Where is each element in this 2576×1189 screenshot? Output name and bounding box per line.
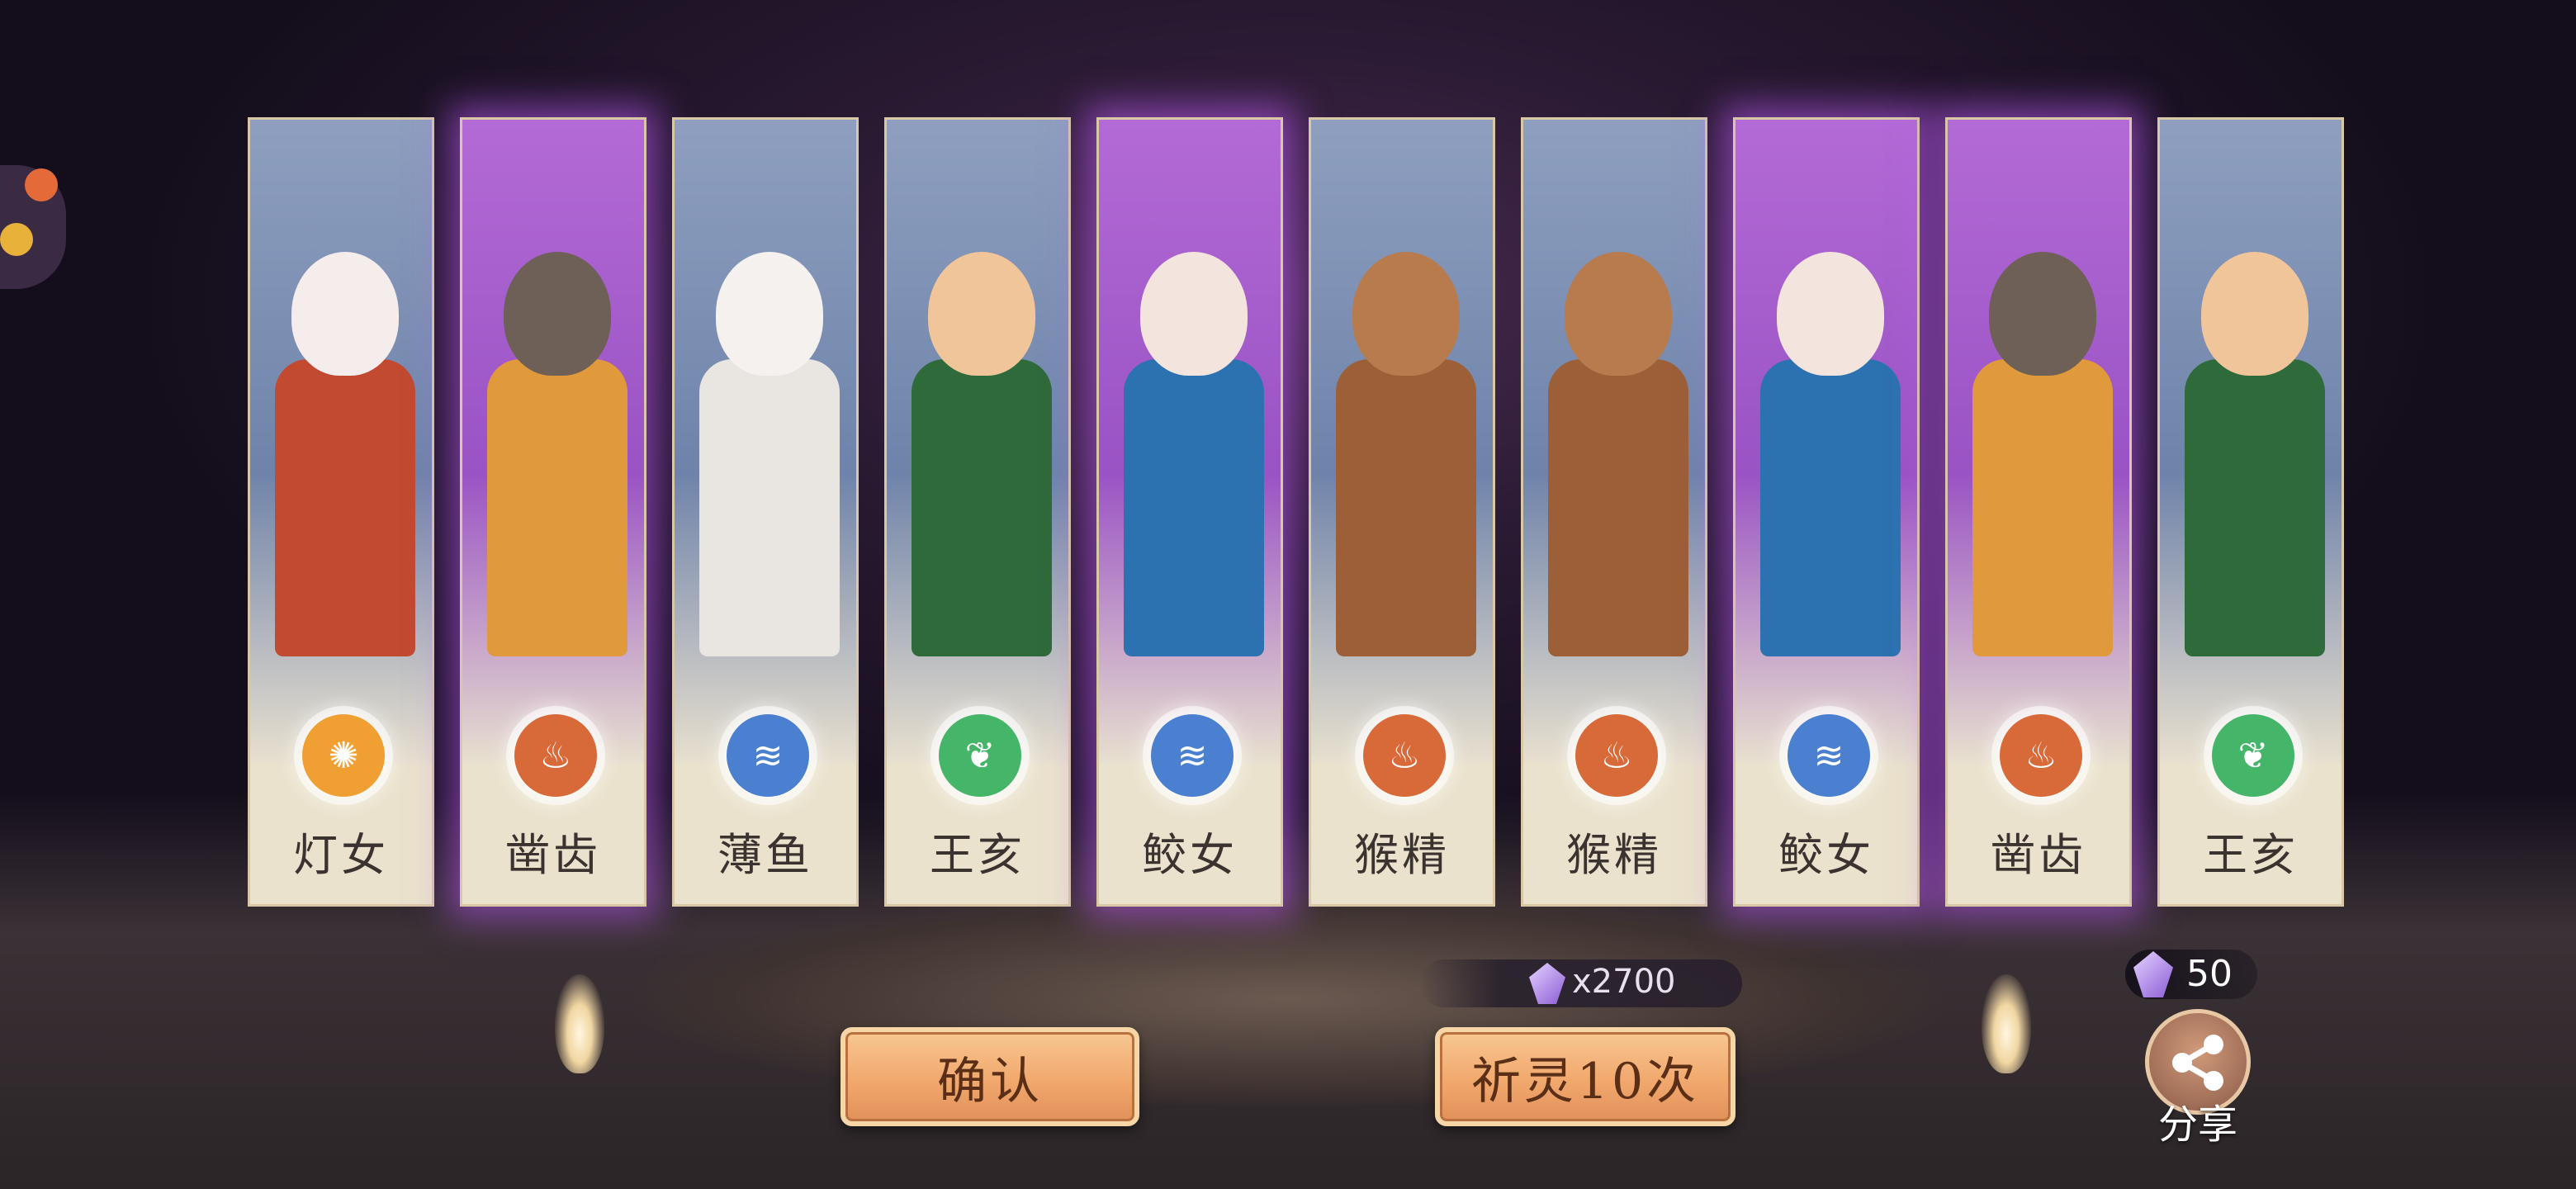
character-head — [1565, 252, 1672, 376]
character-figure — [1328, 235, 1481, 698]
character-name: 凿齿 — [1991, 829, 2086, 881]
character-portrait — [1523, 120, 1705, 764]
fire-icon: ♨ — [2000, 714, 2082, 797]
wood-icon: ❦ — [939, 714, 1021, 797]
character-name: 王亥 — [2203, 829, 2299, 881]
character-head — [928, 252, 1035, 376]
character-name: 王亥 — [930, 829, 1025, 881]
water-icon: ≋ — [1151, 714, 1234, 797]
character-figure — [2176, 235, 2330, 698]
character-portrait — [1735, 120, 1917, 764]
character-body — [1760, 359, 1901, 656]
right-lamp — [1982, 974, 2031, 1073]
character-body — [1336, 359, 1476, 656]
character-figure — [479, 235, 632, 698]
character-figure — [1115, 235, 1269, 698]
cost-amount: x2700 — [1572, 963, 1676, 1001]
badge-star-icon — [0, 223, 33, 256]
character-figure — [691, 235, 845, 698]
side-menu-badge[interactable] — [0, 165, 66, 289]
confirm-button[interactable]: 确认 — [841, 1027, 1139, 1126]
character-name: 凿齿 — [505, 829, 601, 881]
character-head — [2201, 252, 2308, 376]
character-figure — [1752, 235, 1906, 698]
share-label: 分享 — [2157, 1101, 2237, 1148]
character-portrait — [1948, 120, 2129, 764]
character-figure — [903, 235, 1057, 698]
light-icon: ✺ — [302, 714, 385, 797]
character-portrait — [250, 120, 432, 764]
character-portrait — [675, 120, 856, 764]
character-body — [487, 359, 627, 656]
character-portrait — [2160, 120, 2342, 764]
result-card[interactable]: ♨ 猴精 — [1309, 117, 1495, 907]
badge-orange-dot — [25, 168, 58, 201]
character-figure — [1540, 235, 1693, 698]
character-name: 猴精 — [1566, 829, 1662, 881]
left-lamp — [555, 974, 604, 1073]
summon-platform — [627, 892, 1949, 1106]
character-head — [1140, 252, 1248, 376]
character-head — [504, 252, 611, 376]
character-head — [1352, 252, 1460, 376]
character-body — [1972, 359, 2113, 656]
result-card[interactable]: ♨ 猴精 — [1521, 117, 1707, 907]
water-icon: ≋ — [1788, 714, 1870, 797]
character-portrait — [462, 120, 644, 764]
character-figure — [1964, 235, 2118, 698]
water-icon: ≋ — [727, 714, 809, 797]
character-portrait — [887, 120, 1068, 764]
character-name: 鲛女 — [1778, 829, 1874, 881]
result-card[interactable]: ❦ 王亥 — [884, 117, 1071, 907]
currency-amount: 50 — [2186, 953, 2233, 995]
character-portrait — [1311, 120, 1493, 764]
pray-10-button[interactable]: 祈灵10次 — [1435, 1027, 1735, 1126]
wood-icon: ❦ — [2212, 714, 2294, 797]
result-card[interactable]: ❦ 王亥 — [2157, 117, 2344, 907]
character-body — [1548, 359, 1688, 656]
result-card[interactable]: ≋ 薄鱼 — [672, 117, 859, 907]
fire-icon: ♨ — [1363, 714, 1446, 797]
result-card[interactable]: ♨ 凿齿 — [1945, 117, 2132, 907]
character-body — [1124, 359, 1264, 656]
character-name: 猴精 — [1354, 829, 1450, 881]
fire-icon: ♨ — [1575, 714, 1658, 797]
character-body — [2185, 359, 2325, 656]
fire-icon: ♨ — [514, 714, 597, 797]
character-body — [275, 359, 415, 656]
character-head — [1777, 252, 1884, 376]
result-card[interactable]: ✺ 灯女 — [248, 117, 434, 907]
character-head — [1989, 252, 2096, 376]
character-body — [912, 359, 1052, 656]
character-portrait — [1099, 120, 1281, 764]
character-figure — [267, 235, 420, 698]
result-card[interactable]: ≋ 鲛女 — [1733, 117, 1920, 907]
result-card-row: ✺ 灯女 ♨ 凿齿 ≋ 薄鱼 ❦ 王亥 ≋ 鲛女 ♨ 猴精 ♨ 猴精 ≋ 鲛女 ♨ 凿齿 ❦ 王亥 — [248, 117, 2345, 910]
character-head — [716, 252, 823, 376]
character-head — [291, 252, 399, 376]
character-body — [699, 359, 840, 656]
character-name: 鲛女 — [1142, 829, 1238, 881]
result-card[interactable]: ≋ 鲛女 — [1096, 117, 1283, 907]
character-name: 灯女 — [293, 829, 389, 881]
result-card[interactable]: ♨ 凿齿 — [460, 117, 646, 907]
character-name: 薄鱼 — [717, 829, 813, 881]
